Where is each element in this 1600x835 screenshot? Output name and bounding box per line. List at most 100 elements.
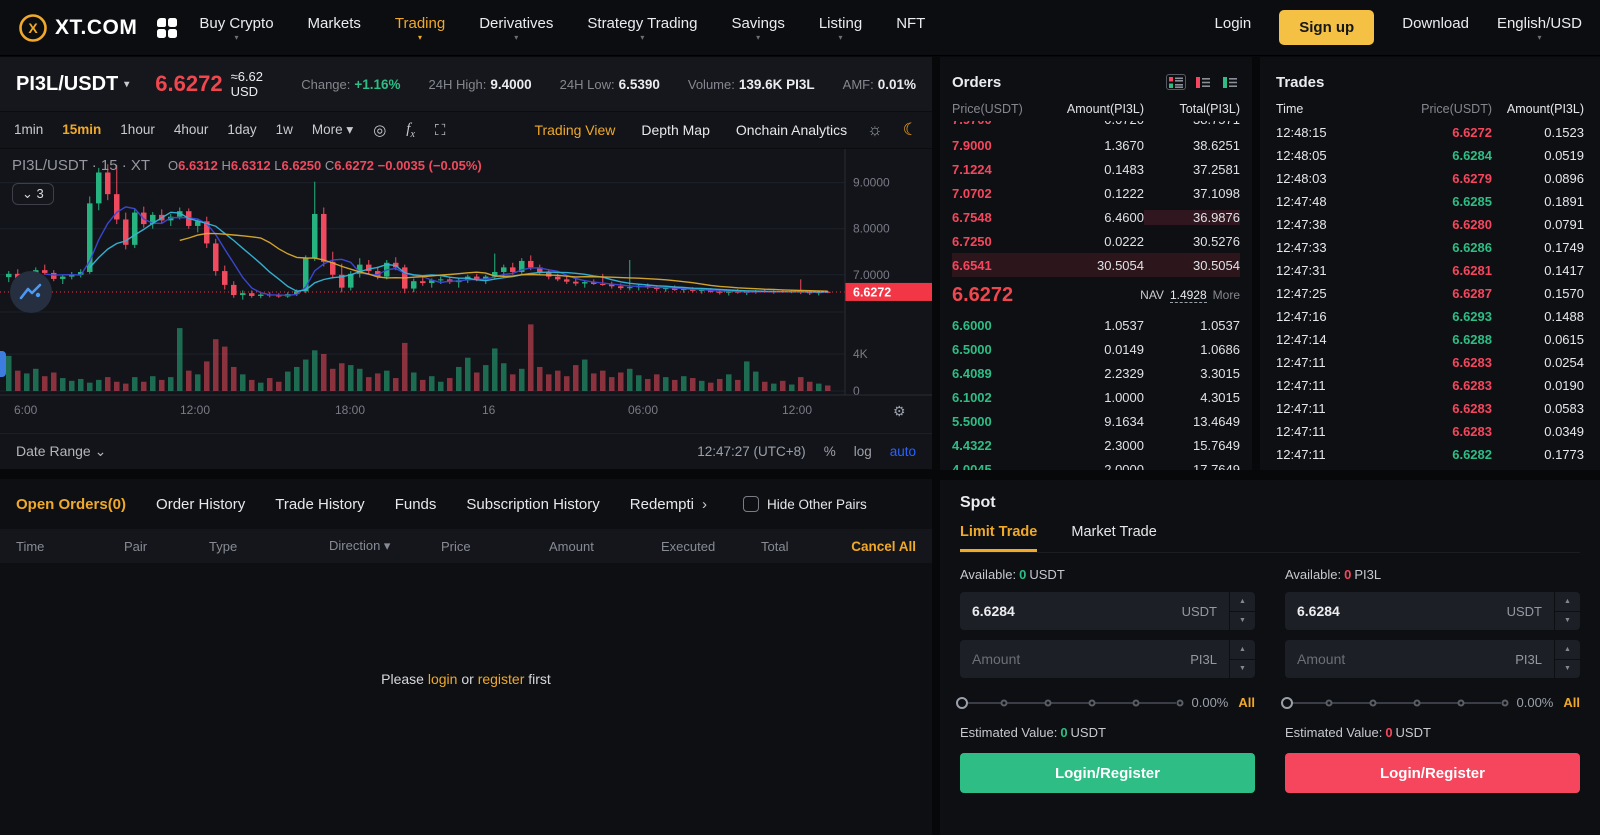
amount-input[interactable]: Amount PI3L: [1285, 640, 1554, 678]
chart-settings-gear-icon[interactable]: ⚙: [893, 403, 906, 419]
cancel-all-button[interactable]: Cancel All: [851, 539, 916, 554]
slider-stop[interactable]: [1369, 699, 1377, 706]
order-book-row[interactable]: 4.0045 2.0000 17.7649: [952, 457, 1240, 471]
order-book-row[interactable]: 4.4322 2.3000 15.7649: [952, 433, 1240, 457]
trade-row[interactable]: 12:47:11 6.6283 0.0254: [1276, 351, 1584, 374]
nav-item-strategy-trading[interactable]: Strategy Trading ▾: [587, 15, 697, 42]
tabs-scroll-chevron-icon[interactable]: ›: [702, 496, 707, 513]
slider-stop[interactable]: [1088, 699, 1096, 706]
view-tab-trading-view[interactable]: Trading View: [534, 122, 615, 138]
panel-toggle-tab[interactable]: [0, 351, 6, 377]
order-book-row[interactable]: 6.6000 1.0537 1.0537: [952, 313, 1240, 337]
amount-step-up-icon[interactable]: ▲: [1555, 640, 1580, 660]
locale-selector[interactable]: English/USD ▾: [1497, 15, 1582, 42]
timeframe-1w[interactable]: 1w: [276, 122, 293, 138]
date-range-selector[interactable]: Date Range ⌄: [16, 443, 106, 460]
nav-item-derivatives[interactable]: Derivatives ▾: [479, 15, 553, 42]
tab-redempti[interactable]: Redempti: [630, 496, 694, 513]
more-link[interactable]: More: [1213, 288, 1240, 302]
trade-row[interactable]: 12:48:03 6.6279 0.0896: [1276, 167, 1584, 190]
orderbook-view-combined-icon[interactable]: [1166, 74, 1186, 90]
order-book-row[interactable]: 6.7548 6.4600 36.9876: [952, 205, 1240, 229]
slider-stop[interactable]: [1044, 699, 1052, 706]
download-link[interactable]: Download▾: [1402, 15, 1469, 41]
order-book-row[interactable]: 6.4089 2.2329 3.3015: [952, 361, 1240, 385]
login-link[interactable]: Login▾: [1215, 15, 1252, 41]
price-step-up-icon[interactable]: ▲: [1230, 592, 1255, 612]
price-step-up-icon[interactable]: ▲: [1555, 592, 1580, 612]
register-inline-link[interactable]: register: [478, 671, 525, 687]
price-step-down-icon[interactable]: ▼: [1555, 612, 1580, 631]
hide-other-pairs-checkbox[interactable]: [742, 496, 759, 512]
order-book-row[interactable]: 6.7250 0.0222 30.5276: [952, 229, 1240, 253]
slider-stop[interactable]: [1000, 699, 1008, 706]
dark-theme-icon[interactable]: ☾: [903, 120, 918, 140]
trade-row[interactable]: 12:47:25 6.6287 0.1570: [1276, 282, 1584, 305]
timeframe-4hour[interactable]: 4hour: [174, 122, 209, 138]
trade-row[interactable]: 12:48:05 6.6284 0.0519: [1276, 144, 1584, 167]
order-book-row[interactable]: 7.1224 0.1483 37.2581: [952, 157, 1240, 181]
slider-stop[interactable]: [1176, 699, 1183, 706]
nav-item-trading[interactable]: Trading ▾: [395, 15, 445, 42]
candlestick-chart[interactable]: 9.0000 8.0000 7.0000 4K 0 6.6272 6:00 12:00 18:0…: [0, 149, 932, 433]
tab-open-orders-0-[interactable]: Open Orders(0): [16, 496, 126, 513]
timeframe-1min[interactable]: 1min: [14, 122, 43, 138]
spot-tab-limit-trade[interactable]: Limit Trade: [960, 524, 1038, 552]
view-tab-depth-map[interactable]: Depth Map: [641, 122, 709, 138]
hide-other-pairs-toggle[interactable]: Hide Other Pairs: [742, 496, 867, 512]
trade-row[interactable]: 12:47:33 6.6286 0.1749: [1276, 236, 1584, 259]
order-book-row[interactable]: 6.6541 30.5054 30.5054: [952, 253, 1240, 277]
trade-row[interactable]: 12:47:14 6.6288 0.0615: [1276, 328, 1584, 351]
legend-collapse-button[interactable]: ⌄ 3: [12, 183, 54, 205]
indicator-settings-icon[interactable]: ◎: [373, 121, 386, 139]
tab-funds[interactable]: Funds: [395, 496, 437, 513]
nav-item-buy-crypto[interactable]: Buy Crypto ▾: [199, 15, 273, 42]
timeframe-15min[interactable]: 15min: [62, 122, 101, 138]
nav-item-nft[interactable]: NFT▾: [896, 15, 925, 41]
slider-all-button[interactable]: All: [1238, 695, 1255, 710]
trade-row[interactable]: 12:48:15 6.6272 0.1523: [1276, 121, 1584, 144]
timeframe-1day[interactable]: 1day: [227, 122, 256, 138]
slider-stop[interactable]: [1132, 699, 1140, 706]
orderbook-view-sells-icon[interactable]: [1193, 74, 1213, 90]
xt-logo[interactable]: X XT.COM: [18, 13, 137, 43]
trade-row[interactable]: 12:47:11 6.6283 0.0583: [1276, 397, 1584, 420]
trade-row[interactable]: 12:47:38 6.6280 0.0791: [1276, 213, 1584, 236]
price-step-down-icon[interactable]: ▼: [1230, 612, 1255, 631]
orderbook-view-buys-icon[interactable]: [1220, 74, 1240, 90]
order-book-last-price[interactable]: 6.6272: [952, 284, 1013, 307]
nav-value[interactable]: 1.4928: [1169, 288, 1207, 303]
order-book-row[interactable]: 5.5000 9.1634 13.4649: [952, 409, 1240, 433]
trade-row[interactable]: 12:47:16 6.6293 0.1488: [1276, 305, 1584, 328]
nav-item-listing[interactable]: Listing ▾: [819, 15, 862, 42]
slider-handle[interactable]: [956, 696, 968, 709]
pair-selector[interactable]: PI3L/USDT ▾: [16, 73, 129, 96]
order-book-row[interactable]: 6.1002 1.0000 4.3015: [952, 385, 1240, 409]
fx-indicator-icon[interactable]: fx: [406, 121, 415, 140]
slider-stop[interactable]: [1501, 699, 1508, 706]
signup-button[interactable]: Sign up: [1279, 10, 1375, 45]
trade-row[interactable]: 12:47:11 6.6283 0.0190: [1276, 374, 1584, 397]
light-theme-icon[interactable]: ☼: [867, 120, 883, 140]
spot-tab-market-trade[interactable]: Market Trade: [1071, 524, 1156, 552]
column-header-direction[interactable]: Direction ▾: [329, 538, 441, 554]
percent-slider[interactable]: [956, 696, 1183, 710]
slider-all-button[interactable]: All: [1563, 695, 1580, 710]
sell-login-register-button[interactable]: Login/Register: [1285, 753, 1580, 793]
order-book-row[interactable]: 7.0702 0.1222 37.1098: [952, 181, 1240, 205]
auto-scale-toggle[interactable]: auto: [890, 444, 916, 459]
log-scale-toggle[interactable]: log: [854, 444, 872, 459]
order-book-row[interactable]: 7.9000 1.3670 38.6251: [952, 133, 1240, 157]
buy-login-register-button[interactable]: Login/Register: [960, 753, 1255, 793]
trade-row[interactable]: 12:47:48 6.6285 0.1891: [1276, 190, 1584, 213]
timeframe-1hour[interactable]: 1hour: [120, 122, 155, 138]
amount-step-down-icon[interactable]: ▼: [1230, 660, 1255, 679]
timeframe-more[interactable]: More ▾: [312, 122, 353, 138]
slider-stop[interactable]: [1413, 699, 1421, 706]
price-input[interactable]: 6.6284 USDT: [1285, 592, 1554, 630]
amount-input[interactable]: Amount PI3L: [960, 640, 1229, 678]
amount-step-up-icon[interactable]: ▲: [1230, 640, 1255, 660]
nav-item-savings[interactable]: Savings ▾: [731, 15, 784, 42]
view-tab-onchain-analytics[interactable]: Onchain Analytics: [736, 122, 847, 138]
amount-step-down-icon[interactable]: ▼: [1555, 660, 1580, 679]
